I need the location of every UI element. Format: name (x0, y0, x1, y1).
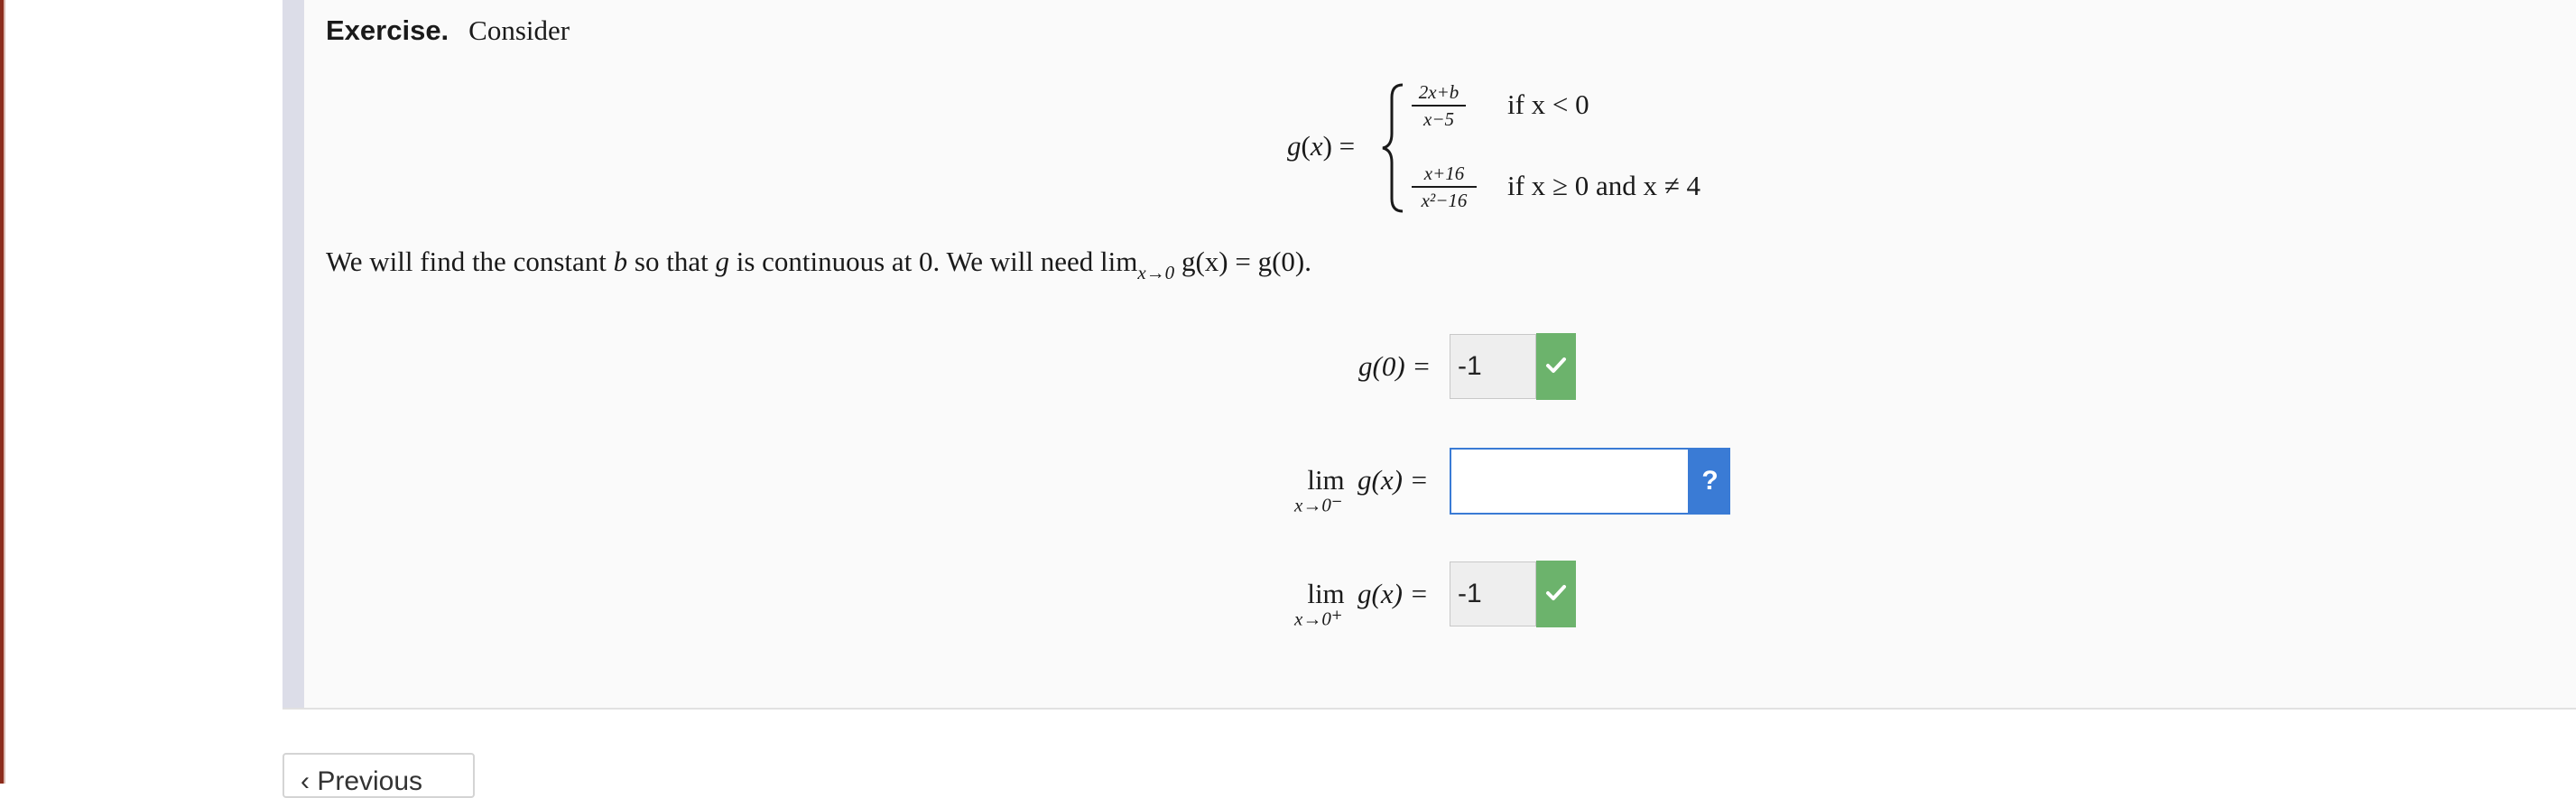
q2-answer-input[interactable] (1450, 448, 1690, 515)
sentence-part-1: We will find the constant (326, 246, 614, 277)
sentence-var-g: g (715, 246, 729, 277)
case1-fraction: 2x+b x−5 (1412, 81, 1466, 130)
case1-condition: if x < 0 (1507, 88, 1589, 120)
function-variable: x (1310, 130, 1323, 162)
exercise-label: Exercise. (326, 14, 449, 46)
q3-lim-sub-text: x→0 (1294, 608, 1331, 630)
q3-limit: lim x→0+ (1294, 576, 1357, 629)
case1-denominator: x−5 (1423, 108, 1454, 130)
window-edge-shadow (4, 0, 5, 784)
q3-correct-indicator (1536, 561, 1576, 627)
piecewise-brace (1382, 83, 1404, 213)
sentence-part-4: g(x) = g(0). (1174, 246, 1311, 277)
check-icon (1546, 357, 1566, 373)
q2-lim-sub-text: x→0 (1294, 494, 1331, 516)
q2-lim-sup: − (1330, 493, 1343, 509)
q2-lim-subscript: x→0− (1294, 493, 1342, 516)
sentence-var-b: b (613, 246, 628, 277)
sentence-part-3: is continuous at 0. We will need lim (728, 246, 1138, 277)
sentence-part-2: so that (627, 246, 716, 277)
q2-help-button[interactable]: ? (1690, 448, 1730, 515)
case2-numerator: x+16 (1423, 162, 1465, 184)
q1-answer-field[interactable]: -1 (1450, 334, 1536, 399)
case2-condition: if x ≥ 0 and x ≠ 4 (1507, 170, 1700, 201)
q3-answer-field[interactable]: -1 (1450, 561, 1536, 626)
case2-fraction: x+16 x²−16 (1412, 162, 1477, 211)
piecewise-lhs: g(x) = (1287, 130, 1356, 162)
q2-label: g(x) = (1357, 464, 1429, 496)
exercise-panel-bar (283, 0, 304, 708)
q3-label: g(x) = (1357, 578, 1429, 609)
q3-lim-sup: + (1330, 607, 1343, 623)
previous-button[interactable]: ‹ Previous (283, 753, 475, 798)
case1-numerator: 2x+b (1418, 81, 1459, 103)
exercise-intro: Consider (468, 14, 570, 46)
check-icon (1546, 585, 1566, 600)
q3-lim-subscript: x→0+ (1294, 607, 1342, 630)
function-name: g (1287, 130, 1302, 162)
instruction-sentence: We will find the constant b so that g is… (326, 244, 1311, 283)
q2-limit: lim x→0− (1294, 462, 1357, 515)
exercise-heading: Exercise. Consider (326, 13, 570, 49)
q1-correct-indicator (1536, 333, 1576, 400)
sentence-lim-subscript: x→0 (1137, 262, 1175, 283)
q1-label: g(0) = (1358, 350, 1432, 382)
case2-denominator: x²−16 (1421, 190, 1468, 211)
